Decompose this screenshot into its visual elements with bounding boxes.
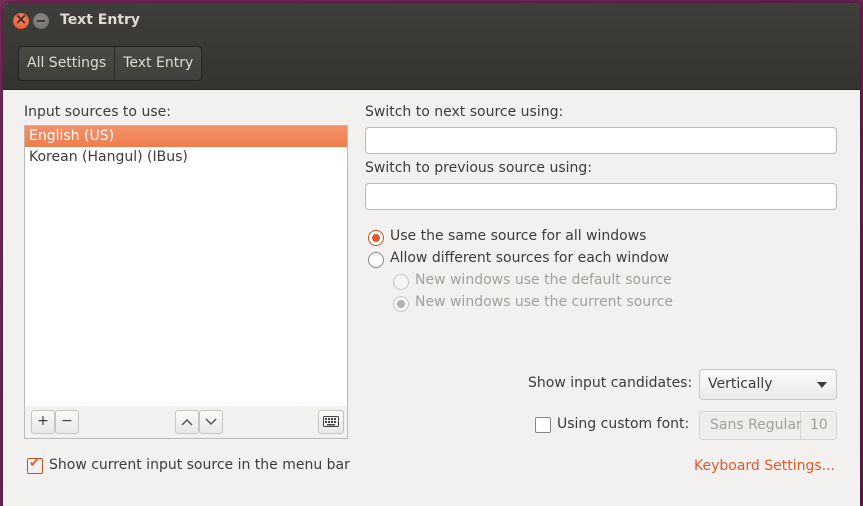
different-sources-radio[interactable] (368, 252, 384, 268)
font-size: 10 (810, 417, 828, 433)
font-separator (800, 412, 801, 439)
custom-font-checkbox[interactable] (535, 417, 551, 433)
current-source-radio (393, 296, 409, 312)
minimize-icon[interactable] (33, 13, 49, 29)
default-source-label: New windows use the default source (415, 272, 672, 288)
font-chooser-button: Sans Regular 10 (699, 411, 837, 440)
text-entry-crumb[interactable]: Text Entry (114, 47, 201, 80)
current-source-label: New windows use the current source (415, 294, 673, 310)
keyboard-layout-button[interactable] (318, 410, 344, 434)
list-toolbar: + − (24, 406, 348, 439)
input-sources-list[interactable]: English (US) Korean (Hangul) (IBus) (24, 125, 348, 407)
keyboard-settings-link[interactable]: Keyboard Settings... (694, 458, 835, 474)
font-name: Sans Regular (710, 417, 802, 433)
chevron-down-icon (205, 418, 217, 426)
text-entry-window: Text Entry All Settings Text Entry Input… (3, 3, 860, 506)
chevron-up-icon (181, 418, 193, 426)
custom-font-label[interactable]: Using custom font: (557, 416, 689, 432)
title-bar: Text Entry (3, 3, 860, 39)
same-source-radio[interactable] (368, 230, 384, 246)
list-item[interactable]: Korean (Hangul) (IBus) (25, 147, 347, 168)
candidates-dropdown[interactable]: Vertically (699, 369, 837, 400)
show-menu-bar-checkbox[interactable] (27, 456, 43, 474)
candidates-label: Show input candidates: (528, 375, 693, 391)
remove-source-button[interactable]: − (55, 410, 79, 434)
keyboard-icon (323, 416, 339, 427)
window-title: Text Entry (60, 12, 141, 28)
toolbar: All Settings Text Entry (3, 39, 860, 90)
switch-prev-label: Switch to previous source using: (365, 160, 593, 176)
switch-next-field[interactable] (365, 127, 837, 154)
breadcrumb: All Settings Text Entry (18, 46, 203, 81)
default-source-radio (393, 274, 409, 290)
switch-next-label: Switch to next source using: (365, 104, 564, 120)
move-down-button[interactable] (199, 410, 223, 434)
dropdown-arrow-icon (817, 382, 827, 388)
close-icon[interactable] (13, 10, 29, 29)
list-item[interactable]: English (US) (25, 126, 347, 147)
candidates-value: Vertically (708, 376, 773, 392)
move-up-button[interactable] (175, 410, 199, 434)
all-settings-button[interactable]: All Settings (19, 47, 114, 80)
same-source-label[interactable]: Use the same source for all windows (390, 228, 646, 244)
show-menu-bar-label[interactable]: Show current input source in the menu ba… (49, 457, 350, 473)
input-sources-label: Input sources to use: (24, 104, 171, 120)
add-source-button[interactable]: + (31, 410, 55, 434)
different-sources-label[interactable]: Allow different sources for each window (390, 250, 669, 266)
switch-prev-field[interactable] (365, 183, 837, 210)
